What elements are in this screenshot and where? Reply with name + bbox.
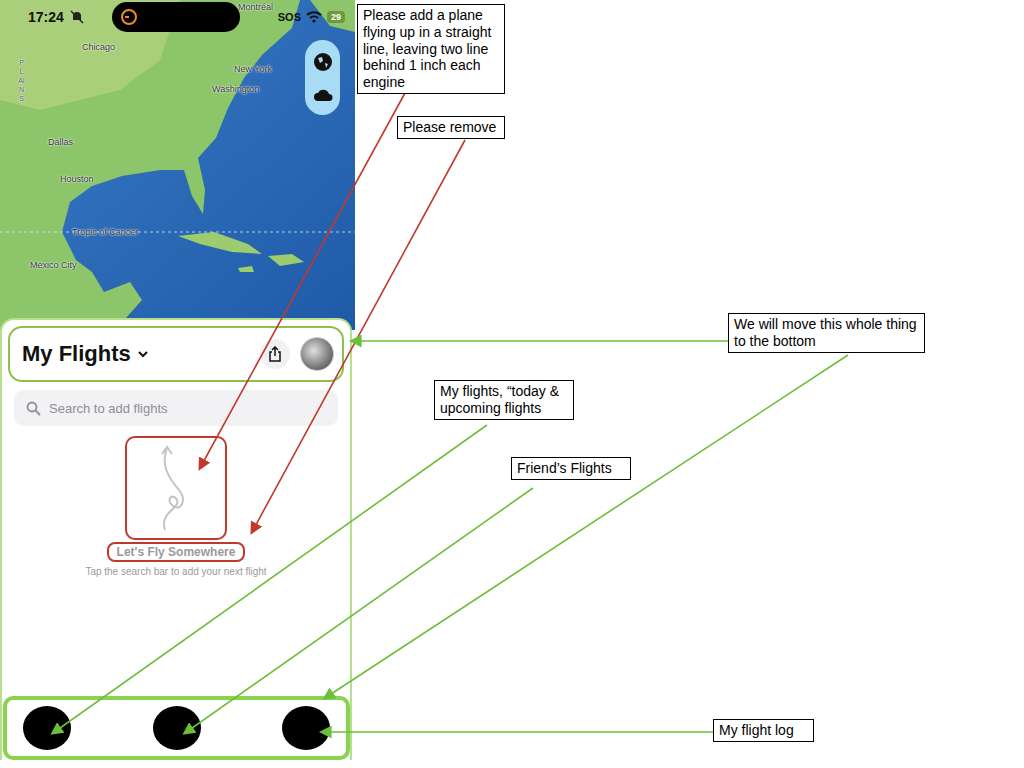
- cloud-icon[interactable]: [313, 87, 333, 103]
- phone-screen: Montréal Chicago New York Washington Dallas H…: [0, 0, 355, 760]
- status-bar: 17:24 SOS 29: [0, 0, 355, 34]
- tab-button[interactable]: [153, 706, 201, 750]
- annotation-note: We will move this whole thing to the bot…: [728, 313, 925, 353]
- sheet-header: My Flights: [8, 326, 344, 382]
- status-indicators: SOS 29: [278, 11, 345, 23]
- map-label: New York: [234, 64, 272, 74]
- wifi-icon: [306, 11, 322, 23]
- map-label: Chicago: [82, 42, 115, 52]
- loop-arrow-highlight: [125, 436, 227, 540]
- profile-avatar[interactable]: [300, 337, 334, 371]
- globe-icon[interactable]: [313, 52, 333, 72]
- map-label: Tropic of Cancer: [72, 227, 138, 237]
- empty-title: Let's Fly Somewhere: [107, 542, 246, 562]
- empty-state: Let's Fly Somewhere Tap the search bar to…: [2, 436, 350, 577]
- tab-button[interactable]: [23, 706, 71, 750]
- annotation-note: Please add a plane flying up in a straig…: [357, 4, 505, 94]
- map-terrain-icon: [0, 0, 355, 330]
- search-icon: [26, 401, 41, 416]
- flights-sheet: My Flights Search to add flights Let's Fly…: [0, 318, 352, 760]
- map-label: Washington: [212, 84, 259, 94]
- annotation-arrow: [185, 488, 533, 733]
- battery-level: 29: [327, 11, 345, 23]
- status-time: 17:24: [28, 9, 64, 25]
- sheet-title: My Flights: [22, 341, 131, 367]
- chevron-down-icon: [137, 350, 149, 358]
- map-label: Houston: [60, 174, 94, 184]
- annotation-note: My flight log: [713, 719, 814, 742]
- bell-off-icon: [70, 10, 84, 24]
- annotation-arrow: [325, 355, 848, 698]
- timer-icon: [120, 8, 138, 26]
- flights-menu[interactable]: My Flights: [22, 341, 149, 367]
- map-controls: [305, 40, 340, 115]
- tab-button[interactable]: [282, 706, 330, 750]
- annotation-note: Friend’s Flights: [511, 457, 631, 480]
- annotation-note: My flights, “today & upcoming flights: [434, 380, 574, 420]
- search-field[interactable]: Search to add flights: [14, 390, 338, 426]
- dynamic-island: [112, 2, 240, 32]
- annotation-arrow: [352, 340, 728, 342]
- annotation-arrow: [322, 731, 713, 733]
- network-status: SOS: [278, 11, 301, 23]
- annotation-arrow: [200, 93, 405, 468]
- map[interactable]: Montréal Chicago New York Washington Dallas H…: [0, 0, 355, 330]
- header-actions: [260, 337, 334, 371]
- empty-subtitle: Tap the search bar to add your next flig…: [85, 566, 266, 577]
- map-label: Mexico City: [30, 260, 77, 270]
- search-placeholder: Search to add flights: [49, 401, 168, 416]
- annotated-mockup: Montréal Chicago New York Washington Dallas H…: [0, 0, 1024, 768]
- annotation-note: Please remove: [397, 116, 505, 139]
- map-label: Montréal: [238, 2, 273, 12]
- map-label: PLAINS: [18, 58, 25, 103]
- annotation-arrow: [53, 425, 487, 733]
- loop-arrow-icon: [151, 442, 201, 534]
- map-label: Dallas: [48, 137, 73, 147]
- annotation-arrow: [252, 140, 465, 532]
- share-icon: [268, 346, 282, 362]
- tab-bar: [3, 696, 350, 760]
- share-button[interactable]: [260, 339, 290, 369]
